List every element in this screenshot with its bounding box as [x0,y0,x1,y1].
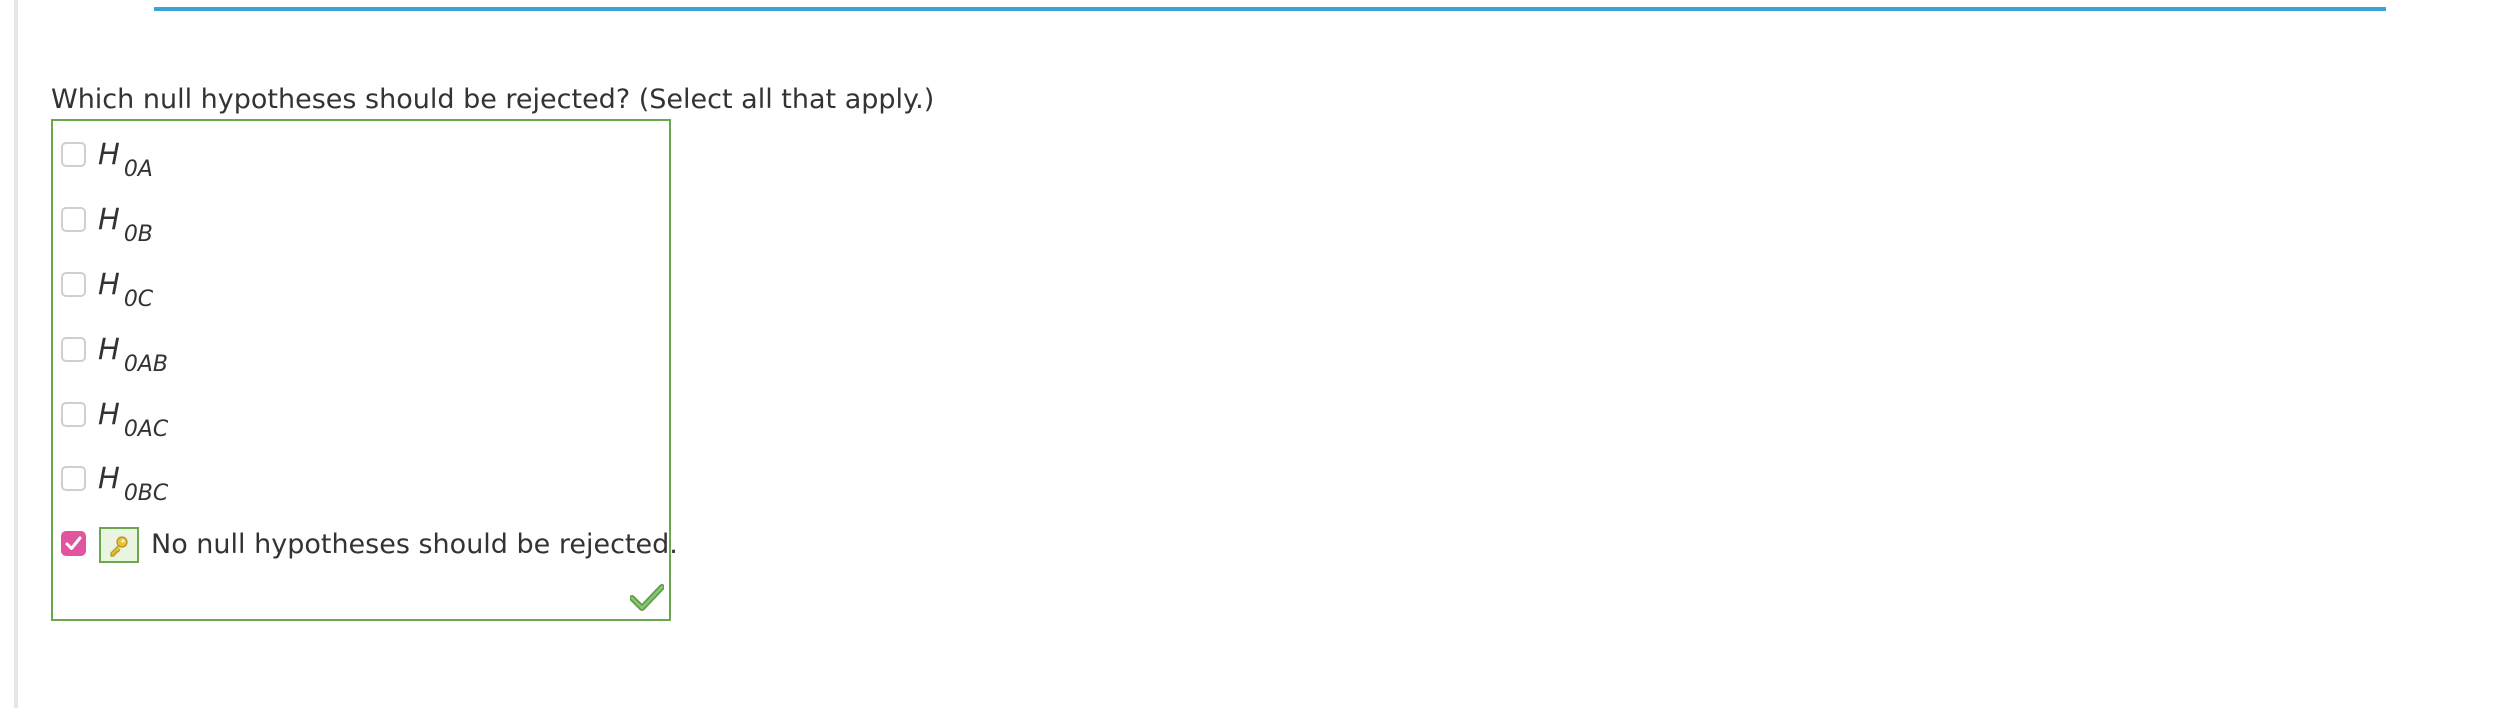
key-icon[interactable] [99,527,139,563]
hypothesis-symbol: H [98,202,120,236]
option-h0ab[interactable]: H 0AB [53,332,669,377]
checkbox-h0ab[interactable] [61,337,86,362]
option-no-rejection[interactable]: No null hypotheses should be rejected. [53,526,678,566]
hypothesis-subscript: 0AB [123,352,168,377]
hypothesis-symbol: H [98,332,120,366]
option-h0c[interactable]: H 0C [53,267,669,312]
hypothesis-subscript: 0B [123,222,153,247]
hypothesis-symbol: H [98,397,120,431]
option-h0bc[interactable]: H 0BC [53,461,669,506]
checkbox-no-rejection[interactable] [61,531,86,556]
option-label-h0ac: H 0AC [98,397,168,442]
checkmark-icon [630,584,664,611]
option-label-h0a: H 0A [98,137,153,182]
top-divider [154,7,2386,11]
option-h0ac[interactable]: H 0AC [53,397,669,442]
hypothesis-subscript: 0BC [123,481,169,506]
checkbox-h0bc[interactable] [61,466,86,491]
option-label-h0bc: H 0BC [98,461,168,506]
hypothesis-subscript: 0A [123,157,153,182]
left-divider [14,0,18,708]
option-h0b[interactable]: H 0B [53,202,669,247]
hypothesis-subscript: 0AC [123,417,169,442]
question-text: Which null hypotheses should be rejected… [51,84,935,115]
option-h0a[interactable]: H 0A [53,137,669,182]
no-rejection-label: No null hypotheses should be rejected. [151,529,678,560]
option-label-h0ab: H 0AB [98,332,168,377]
option-label-h0b: H 0B [98,202,153,247]
checkbox-h0ac[interactable] [61,402,86,427]
hypothesis-symbol: H [98,267,120,301]
hypothesis-symbol: H [98,461,120,495]
checkbox-h0a[interactable] [61,142,86,167]
hypothesis-subscript: 0C [123,287,154,312]
checkbox-h0c[interactable] [61,272,86,297]
answer-options-box: H 0A H 0B H 0C H 0AB H 0AC H 0BC No null… [51,119,678,621]
hypothesis-symbol: H [98,137,120,171]
option-label-h0c: H 0C [98,267,153,312]
checkmark-tick-icon [65,536,82,550]
page: Which null hypotheses should be rejected… [0,0,2518,708]
checkbox-h0b[interactable] [61,207,86,232]
